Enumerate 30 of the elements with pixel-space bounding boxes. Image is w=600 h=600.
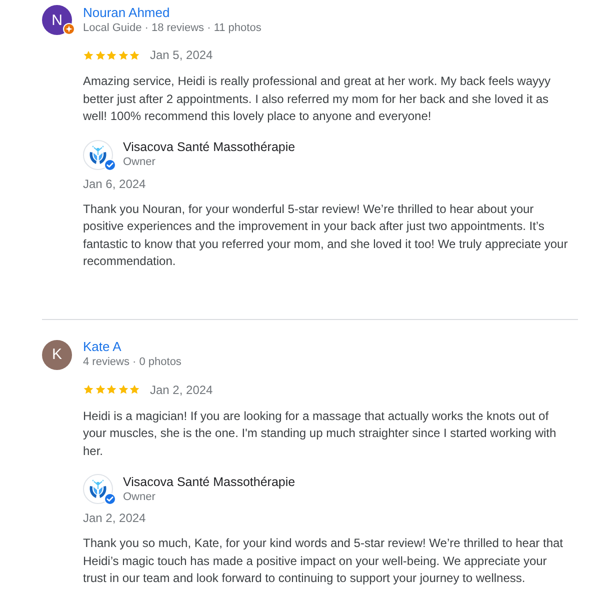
owner-name: Visacova Santé Massothérapie: [123, 474, 296, 488]
reviewer-name-link[interactable]: Kate A: [83, 340, 122, 354]
star-icon: [106, 384, 117, 395]
owner-role: Owner: [123, 156, 156, 169]
star-icon: [94, 50, 106, 60]
reviewer-name-link[interactable]: Nouran Ahmed: [83, 6, 170, 20]
reply-date: Jan 6, 2024: [83, 176, 146, 192]
review-date: Jan 5, 2024: [150, 48, 213, 62]
verified-check-icon: [104, 493, 116, 505]
reply-text: Thank you Nouran, for your wonderful 5-star review! We’re thrilled to hear about your positive experiences and the improvement in your back after just two appointments. It’s fantastic to know that you referred your mom, and she loved it too! We truly appreciate your recommendation.: [83, 200, 569, 270]
reply-text: Thank you so much, Kate, for your kind words and 5-star review! We’re thrilled to hear that Heidi’s magic touch has made a positive impact on your well-being. We appreciate your trust in our team and look forward to continuing to support your journey to wellness.: [83, 535, 564, 587]
reply-date: Jan 2, 2024: [83, 510, 146, 526]
reviewer-stats: 4 reviews · 0 photos: [83, 356, 182, 369]
star-icon: [83, 384, 94, 395]
star-icon: [106, 50, 117, 60]
star-icon: [83, 50, 94, 60]
star-icon: [118, 50, 128, 60]
verified-check-icon: [104, 158, 116, 170]
star-icon: [129, 384, 140, 395]
reviewer-stats: Local Guide · 18 reviews · 11 photos: [83, 22, 262, 34]
review-text: Heidi is a magician! If you are looking for a massage that actually works the knots out of your muscles, she is the one. I'm standing up much straighter since I started working with her.: [83, 408, 558, 460]
reviewer-avatar[interactable]: K: [42, 340, 72, 370]
owner-name: Visacova Santé Massothérapie: [123, 140, 296, 154]
star-icon: [94, 384, 106, 395]
review-text: Amazing service, Heidi is really professional and great at her work. My back feels wayyy better just after 2 appointments. I also referred my mom for her back and she loved it as well! 100% recommend this lovely place to anyone and everyone!: [83, 73, 552, 125]
star-icon: [118, 384, 128, 395]
review-date: Jan 2, 2024: [150, 382, 213, 396]
star-icon: [129, 50, 140, 60]
owner-role: Owner: [123, 490, 156, 504]
reviewer-avatar[interactable]: N: [42, 5, 72, 35]
